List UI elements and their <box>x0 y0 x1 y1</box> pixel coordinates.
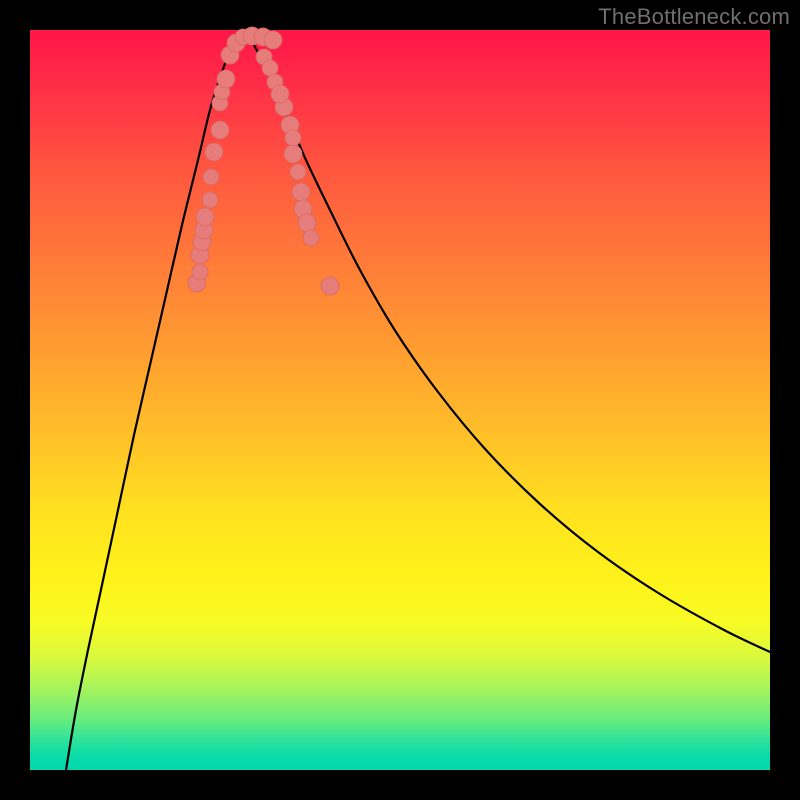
data-point <box>203 169 219 185</box>
data-point <box>196 208 214 226</box>
data-point <box>292 183 310 201</box>
data-point <box>205 143 223 161</box>
data-point <box>211 121 229 139</box>
scatter-dots <box>188 27 339 295</box>
data-point <box>217 70 235 88</box>
data-point <box>192 264 208 280</box>
chart-frame: TheBottleneck.com <box>0 0 800 800</box>
data-point <box>202 192 218 208</box>
data-point <box>290 164 306 180</box>
data-point <box>321 277 339 295</box>
curve-right <box>244 32 770 652</box>
data-point <box>285 130 301 146</box>
data-point <box>262 60 278 76</box>
watermark-text: TheBottleneck.com <box>598 4 790 30</box>
data-point <box>298 214 316 232</box>
data-point <box>284 145 302 163</box>
data-point <box>303 230 319 246</box>
curve-left <box>66 32 244 770</box>
data-point <box>264 31 282 49</box>
plot-area <box>30 30 770 770</box>
curve-overlay <box>30 30 770 770</box>
data-point <box>271 85 289 103</box>
